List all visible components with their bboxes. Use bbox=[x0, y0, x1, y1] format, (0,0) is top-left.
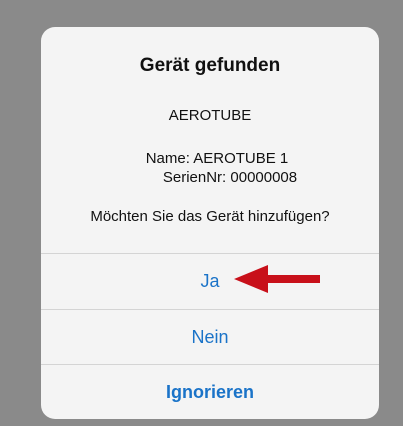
no-button-label: Nein bbox=[191, 326, 229, 347]
device-name-text: Name: AEROTUBE 1 bbox=[145, 150, 289, 167]
ignore-button[interactable]: Ignorieren bbox=[41, 364, 379, 419]
alert-question: Möchten Sie das Gerät hinzufügen? bbox=[90, 208, 330, 225]
device-serial-text: SerienNr: 00000008 bbox=[162, 169, 298, 186]
red-arrow-left-icon bbox=[234, 265, 320, 293]
ignore-button-label: Ignorieren bbox=[165, 381, 254, 402]
yes-button[interactable]: Ja bbox=[41, 253, 379, 308]
device-found-alert: Gerät gefunden AEROTUBE Name: AEROTUBE 1… bbox=[41, 27, 379, 419]
alert-body: Gerät gefunden AEROTUBE Name: AEROTUBE 1… bbox=[41, 27, 379, 252]
device-details: Name: AEROTUBE 1 SerienNr: 00000008 bbox=[41, 149, 379, 187]
device-type-label: AEROTUBE bbox=[168, 107, 252, 124]
alert-title: Gerät gefunden bbox=[139, 55, 281, 76]
no-button[interactable]: Nein bbox=[41, 309, 379, 364]
yes-button-label: Ja bbox=[200, 270, 220, 291]
